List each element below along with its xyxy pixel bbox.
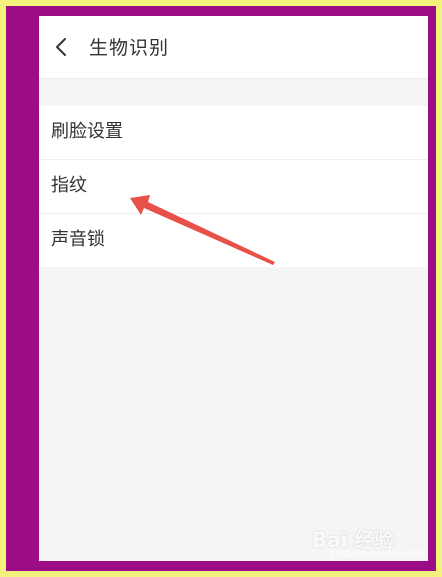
watermark-url: jingyan.baidu.com: [330, 548, 423, 559]
list-item-label: 指纹: [51, 175, 87, 196]
list-item-label: 刷脸设置: [51, 121, 123, 142]
list-item-voice-lock[interactable]: 声音锁: [39, 214, 428, 267]
page-title: 生物识别: [89, 37, 170, 59]
chevron-left-icon[interactable]: [51, 36, 73, 58]
phone-screen: 生物识别 刷脸设置 指纹 声音锁: [39, 16, 428, 561]
list-item-label: 声音锁: [51, 229, 105, 250]
top-bar: 生物识别: [39, 16, 428, 79]
list-item-fingerprint[interactable]: 指纹: [39, 160, 428, 214]
settings-list: 刷脸设置 指纹 声音锁: [39, 106, 428, 267]
list-item-face-settings[interactable]: 刷脸设置: [39, 106, 428, 160]
